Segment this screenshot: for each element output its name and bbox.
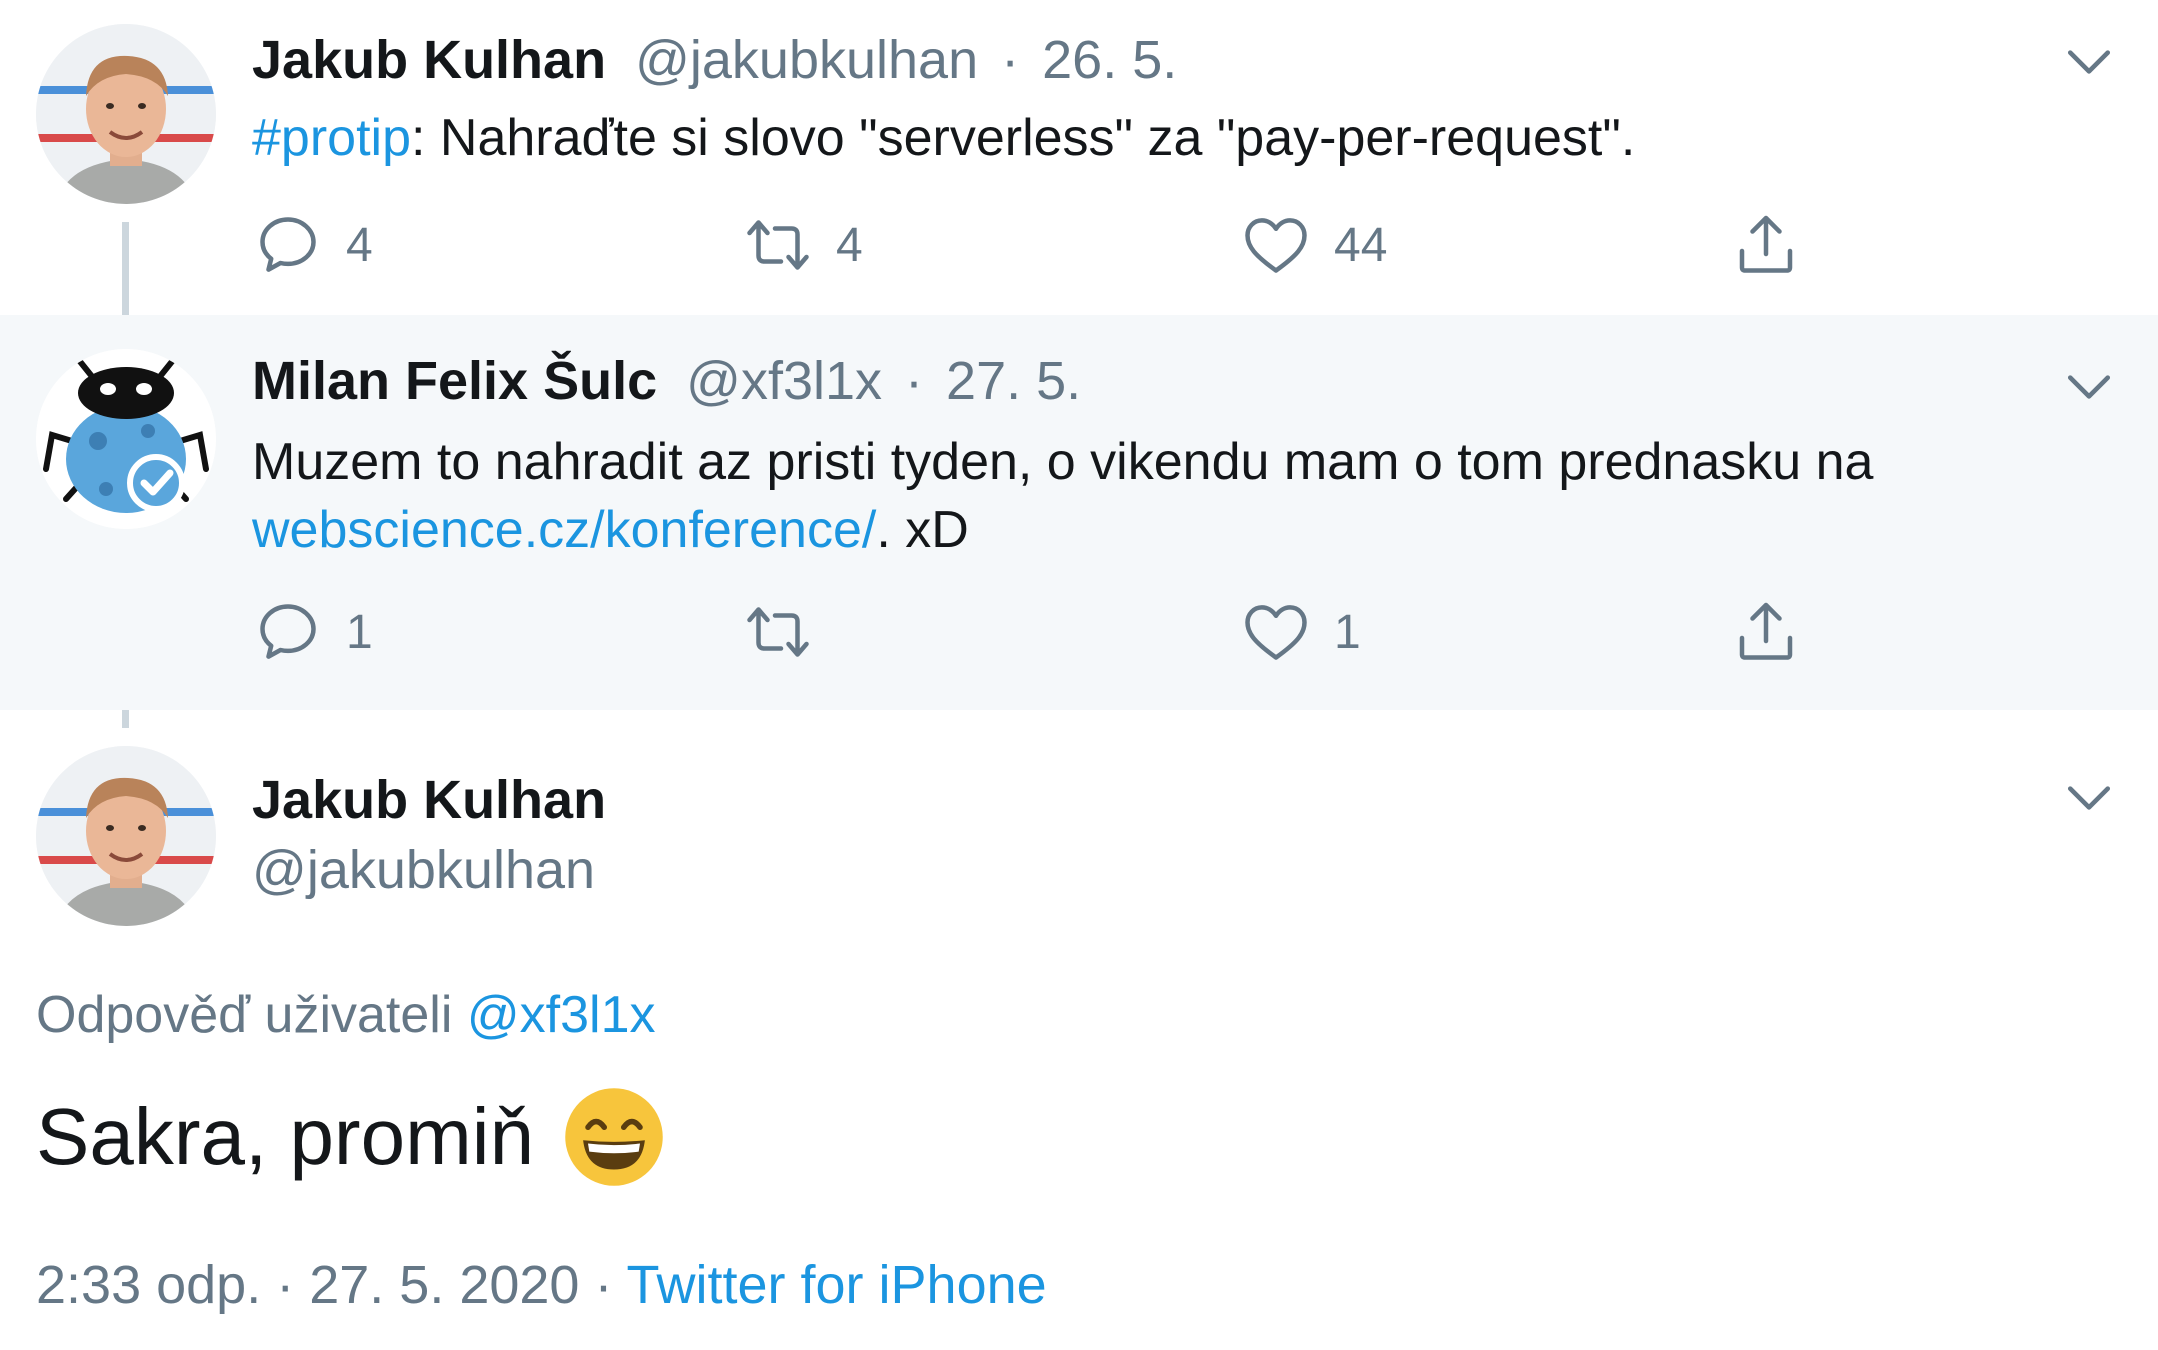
heart-icon [1245,218,1307,273]
tweet-1[interactable]: Jakub Kulhan @jakubkulhan · 26. 5. #prot… [0,0,2158,315]
like-button[interactable]: 1 [1240,597,1361,667]
main-tweet-text-content: Sakra, promiň [36,1092,534,1181]
share-button[interactable] [1730,597,1802,667]
tweet-header: Milan Felix Šulc @xf3l1x · 27. 5. [252,349,1081,413]
main-tweet-text: Sakra, promiň [36,1082,666,1192]
retweet-icon [747,220,809,270]
separator: · [276,1255,295,1315]
like-count: 44 [1334,218,1388,272]
tweet-text-content: Muzem to nahradit az pristi tyden, o vik… [252,433,1874,491]
share-button[interactable] [1730,210,1802,280]
tweet-actions: 4 4 44 [252,210,1852,280]
share-icon [1739,602,1793,660]
reply-count: 4 [346,218,373,272]
retweet-button[interactable] [742,597,836,667]
avatar[interactable] [36,349,216,529]
like-count: 1 [1334,605,1361,659]
reply-prefix: Odpověď uživateli [36,986,453,1044]
author-name[interactable]: Milan Felix Šulc [252,351,657,411]
author-handle[interactable]: @jakubkulhan [252,835,606,905]
chevron-down-icon[interactable] [2064,772,2114,822]
heart-icon [1245,605,1307,660]
tweet-actions: 1 1 [252,597,1852,667]
author-name[interactable]: Jakub Kulhan [252,765,606,835]
retweet-icon [747,607,809,657]
tweet-text-after-link: . xD [876,501,969,559]
avatar[interactable] [36,746,216,926]
separator: · [1001,30,1020,90]
retweet-button[interactable]: 4 [742,210,863,280]
like-button[interactable]: 44 [1240,210,1387,280]
avatar[interactable] [36,24,216,204]
tweet-meta: 2:33 odp. · 27. 5. 2020 · Twitter for iP… [36,1250,1047,1320]
reply-button[interactable]: 4 [252,210,373,280]
tweet-2[interactable]: Milan Felix Šulc @xf3l1x · 27. 5. Muzem … [0,315,2158,710]
separator: · [905,351,924,411]
tweet-link[interactable]: webscience.cz/konference/ [252,501,876,559]
chevron-down-icon[interactable] [2064,36,2114,86]
reply-icon [260,217,316,272]
reply-handle-link[interactable]: @xf3l1x [467,986,656,1044]
tweet-text: Muzem to nahradit az pristi tyden, o vik… [252,428,2018,564]
reply-icon [260,604,316,659]
main-author[interactable]: Jakub Kulhan @jakubkulhan [252,765,606,905]
tweet-full-date: 27. 5. 2020 [309,1255,580,1315]
tweet-text-content: : Nahraďte si slovo "serverless" za "pay… [411,109,1636,167]
chevron-down-icon[interactable] [2064,361,2114,411]
tweet-text: #protip: Nahraďte si slovo "serverless" … [252,104,2018,172]
reply-button[interactable]: 1 [252,597,373,667]
hashtag-link[interactable]: #protip [252,109,411,167]
author-name[interactable]: Jakub Kulhan [252,30,606,90]
tweet-date[interactable]: 27. 5. [946,351,1081,411]
separator: · [594,1255,613,1315]
author-handle[interactable]: @xf3l1x [686,351,882,411]
author-handle[interactable]: @jakubkulhan [635,30,978,90]
tweet-time: 2:33 odp. [36,1255,262,1315]
grinning-face-emoji-icon [565,1088,663,1186]
tweet-date[interactable]: 26. 5. [1042,30,1177,90]
tweet-source-link[interactable]: Twitter for iPhone [627,1255,1047,1315]
reply-count: 1 [346,605,373,659]
retweet-count: 4 [836,218,863,272]
tweet-header: Jakub Kulhan @jakubkulhan · 26. 5. [252,28,1177,92]
share-icon [1739,215,1793,273]
reply-context: Odpověď uživateli @xf3l1x [36,980,656,1050]
